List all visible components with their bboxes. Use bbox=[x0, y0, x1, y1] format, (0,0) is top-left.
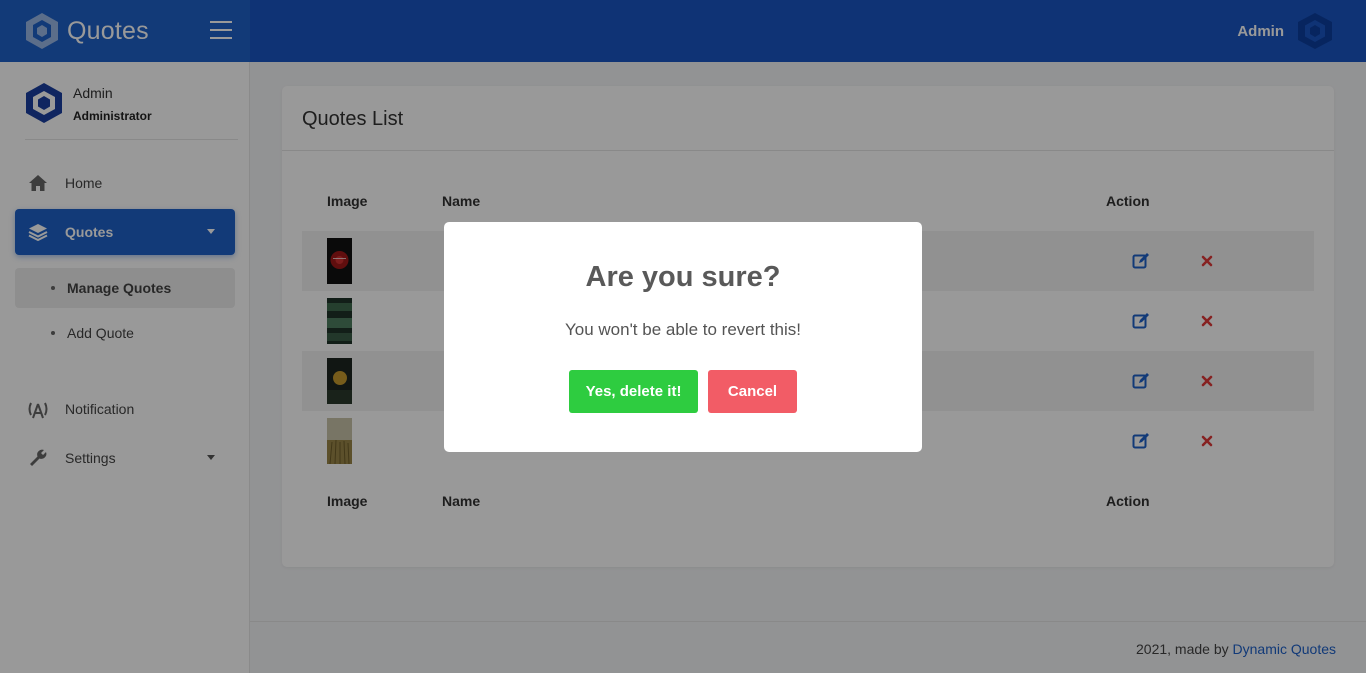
confirm-delete-button[interactable]: Yes, delete it! bbox=[569, 370, 698, 413]
confirm-dialog: Are you sure? You won't be able to rever… bbox=[444, 222, 922, 452]
dialog-title: Are you sure? bbox=[585, 261, 781, 293]
cancel-button[interactable]: Cancel bbox=[708, 370, 797, 413]
dialog-text: You won't be able to revert this! bbox=[564, 320, 802, 339]
